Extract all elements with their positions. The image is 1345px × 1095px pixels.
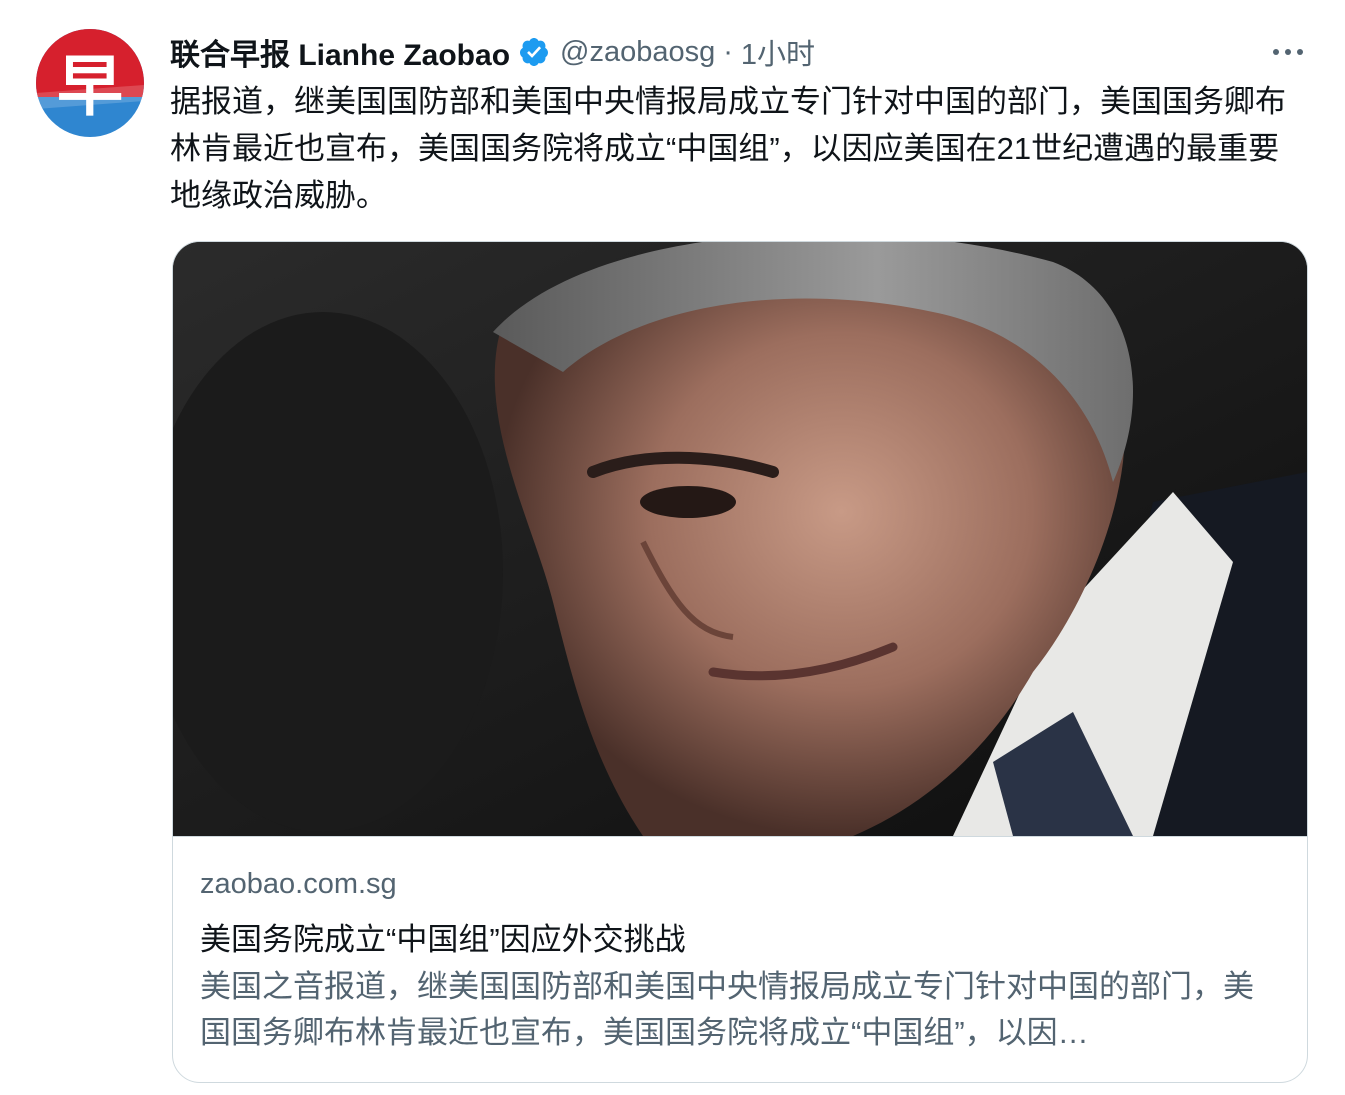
separator: · <box>723 35 733 68</box>
card-title: 美国务院成立“中国组”因应外交挑战 <box>200 922 686 957</box>
tweet-text: 据报道，继美国国防部和美国中央情报局成立专门针对中国的部门，美国国务卿布林肯最近… <box>170 84 1286 213</box>
link-card[interactable]: zaobao.com.sg 美国务院成立“中国组”因应外交挑战 美国之音报道，继… <box>172 241 1308 1083</box>
card-domain: zaobao.com.sg <box>200 868 397 900</box>
timestamp[interactable]: 1小时 <box>741 31 815 73</box>
zaobao-logo-icon: 早 <box>36 29 144 137</box>
verified-badge-icon <box>518 36 550 68</box>
tweet-header: 联合早报 Lianhe Zaobao @zaobaosg · 1小时 <box>170 30 815 74</box>
more-dots-icon[interactable] <box>1262 32 1314 72</box>
avatar[interactable]: 早 <box>36 29 144 137</box>
display-name[interactable]: 联合早报 Lianhe Zaobao <box>170 30 510 74</box>
avatar-glyph: 早 <box>57 48 123 125</box>
card-description: 美国之音报道，继美国国防部和美国中央情报局成立专门针对中国的部门，美国国务卿布林… <box>200 969 1254 1050</box>
card-image <box>173 242 1307 836</box>
card-divider <box>173 836 1307 837</box>
handle[interactable]: @zaobaosg <box>560 36 715 69</box>
